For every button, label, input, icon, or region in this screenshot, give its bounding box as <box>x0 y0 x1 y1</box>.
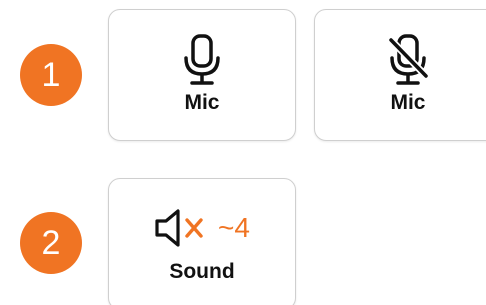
step-badge-2: 2 <box>20 212 82 274</box>
sound-button-label: Sound <box>169 260 235 283</box>
sound-level-text: ~4 <box>218 212 250 243</box>
mic-button[interactable]: Mic <box>108 9 296 141</box>
sound-button[interactable]: ~4 Sound <box>108 178 296 305</box>
step-badge-1: 1 <box>20 44 82 106</box>
mic-muted-button-label: Mic <box>390 91 426 114</box>
mic-sound-controls-figure: 1 Mic Mic 2 ~4 Sound <box>0 0 486 305</box>
mic-muted-button[interactable]: Mic <box>314 9 486 141</box>
mic-button-label: Mic <box>184 91 220 114</box>
speaker-muted-icon <box>155 209 203 247</box>
microphone-muted-icon <box>315 32 486 88</box>
microphone-icon <box>109 32 295 88</box>
sound-icon-row: ~4 <box>109 203 295 253</box>
